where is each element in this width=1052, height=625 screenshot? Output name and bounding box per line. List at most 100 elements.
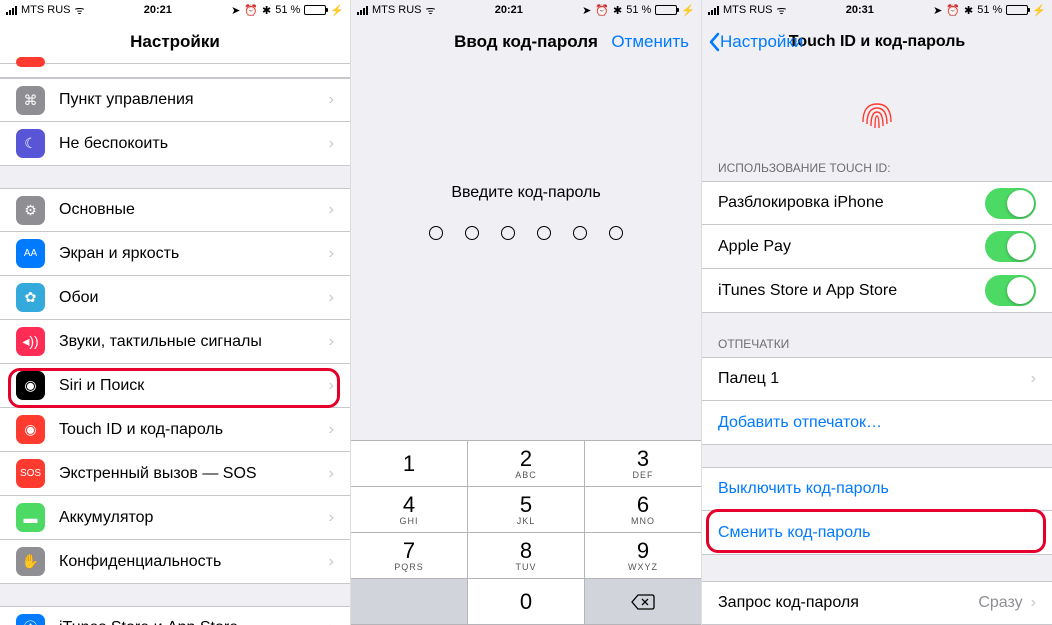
wallpaper-icon: ✿ [16,283,45,312]
location-icon: ➤ [231,4,240,17]
battery-icon: ▬ [16,503,45,532]
settings-row[interactable]: ⌘ Пункт управления› [0,78,350,122]
moon-icon: ☾ [16,129,45,158]
keypad-key-8[interactable]: 8TUV [468,533,585,579]
signal-icon [6,6,17,15]
keypad-key-5[interactable]: 5JKL [468,487,585,533]
settings-row[interactable]: ✿Обои› [0,276,350,320]
wifi-icon: ᯤ [777,3,787,18]
cell-label: Siri и Поиск [59,377,329,395]
alarm-icon: ⏰ [244,4,258,17]
settings-row[interactable]: AAЭкран и яркость› [0,232,350,276]
location-icon: ➤ [582,4,591,17]
keypad-key-7[interactable]: 7PQRS [351,533,468,579]
appstore-icon: Ⓐ [16,614,45,625]
fingerprint-icon: ◉ [16,415,45,444]
back-button[interactable]: Настройки [708,32,803,52]
cell-label: Экстренный вызов — SOS [59,465,329,483]
keypad-blank [351,579,468,625]
toggle-switch[interactable] [985,275,1036,306]
keypad-key-6[interactable]: 6MNO [585,487,701,533]
toggle-switch[interactable] [985,188,1036,219]
cell-label: iTunes Store и App Store [59,619,329,625]
status-time: 20:21 [144,4,172,16]
settings-row[interactable]: ✋Конфиденциальность› [0,540,350,584]
status-bar: MTS RUS ᯤ 20:21 ➤⏰✱51 %⚡ [0,0,350,20]
settings-row[interactable]: ☾ Не беспокоить› [0,122,350,166]
chevron-icon: › [329,91,334,109]
airplane-icon [16,57,45,67]
keypad-backspace[interactable] [585,579,701,625]
status-time: 20:21 [495,4,523,16]
cell-label: Выключить код-пароль [718,480,1036,498]
fingerprint-hero-icon [702,64,1052,155]
settings-row[interactable]: ⚙Основные› [0,188,350,232]
section-header-usage: ИСПОЛЬЗОВАНИЕ TOUCH ID: [702,155,1052,181]
settings-row[interactable]: ⒶiTunes Store и App Store› [0,606,350,625]
chevron-icon: › [329,201,334,219]
change-passcode-button[interactable]: Сменить код-пароль [702,511,1052,555]
cell-label: Добавить отпечаток… [718,414,1036,432]
chevron-icon: › [329,619,334,625]
charging-icon: ⚡ [330,4,344,17]
toggle-switch[interactable] [985,231,1036,262]
cell-label: Экран и яркость [59,245,329,263]
chevron-icon: › [1031,594,1036,612]
passcode-prompt: Введите код-пароль [351,184,701,202]
settings-row[interactable]: ◉ Touch ID и код-пароль› [0,408,350,452]
status-bar: MTS RUS ᯤ 20:31 ➤⏰✱51 %⚡ [702,0,1052,20]
signal-icon [357,6,368,15]
disable-passcode-button[interactable]: Выключить код-пароль [702,467,1052,511]
add-fingerprint-button[interactable]: Добавить отпечаток… [702,401,1052,445]
numeric-keypad: 12ABC3DEF 4GHI5JKL6MNO 7PQRS8TUV9WXYZ0 [351,440,701,625]
chevron-icon: › [329,135,334,153]
cell-label: Палец 1 [718,370,1031,388]
settings-row[interactable]: ▬Аккумулятор› [0,496,350,540]
nav-bar: Настройки Touch ID и код-пароль [702,20,1052,64]
alarm-icon: ⏰ [595,4,609,17]
cell-label: Аккумулятор [59,509,329,527]
keypad-key-9[interactable]: 9WXYZ [585,533,701,579]
cell-label: Не беспокоить [59,135,329,153]
fingerprint-row[interactable]: Палец 1› [702,357,1052,401]
require-passcode-row[interactable]: Запрос код-пароляСразу› [702,581,1052,625]
chevron-icon: › [329,553,334,571]
settings-row[interactable]: SOSЭкстренный вызов — SOS› [0,452,350,496]
cell-label: Touch ID и код-пароль [59,421,329,439]
nav-bar: Ввод код-пароля Отменить [351,20,701,64]
carrier-label: MTS RUS [723,4,773,16]
keypad-key-1[interactable]: 1 [351,441,468,487]
toggle-row: Apple Pay [702,225,1052,269]
section-header-prints: ОТПЕЧАТКИ [702,331,1052,357]
cancel-button[interactable]: Отменить [611,32,689,52]
bluetooth-icon: ✱ [613,4,622,17]
battery-pct: 51 % [275,4,300,16]
control-center-icon: ⌘ [16,86,45,115]
settings-row[interactable]: ◉Siri и Поиск› [0,364,350,408]
chevron-icon: › [329,421,334,439]
battery-pct: 51 % [977,4,1002,16]
nav-bar: Настройки [0,20,350,64]
page-title: Touch ID и код-пароль [789,33,966,51]
settings-row[interactable]: ◂))Звуки, тактильные сигналы› [0,320,350,364]
cell-label: Apple Pay [718,238,985,256]
keypad-key-4[interactable]: 4GHI [351,487,468,533]
chevron-icon: › [329,377,334,395]
passcode-dots [351,226,701,240]
speaker-icon: ◂)) [16,327,45,356]
carrier-label: MTS RUS [372,4,422,16]
location-icon: ➤ [933,4,942,17]
cell-label: Пункт управления [59,91,329,109]
battery-icon [304,5,326,15]
bluetooth-icon: ✱ [964,4,973,17]
keypad-key-3[interactable]: 3DEF [585,441,701,487]
settings-screen: MTS RUS ᯤ 20:21 ➤⏰✱51 %⚡ Настройки ⌘Пунк… [0,0,350,625]
chevron-icon: › [329,465,334,483]
cell-label: Запрос код-пароля [718,594,978,612]
battery-icon [1006,5,1028,15]
cell-label: Разблокировка iPhone [718,194,985,212]
keypad-key-0[interactable]: 0 [468,579,585,625]
keypad-key-2[interactable]: 2ABC [468,441,585,487]
aa-icon: AA [16,239,45,268]
battery-icon [655,5,677,15]
